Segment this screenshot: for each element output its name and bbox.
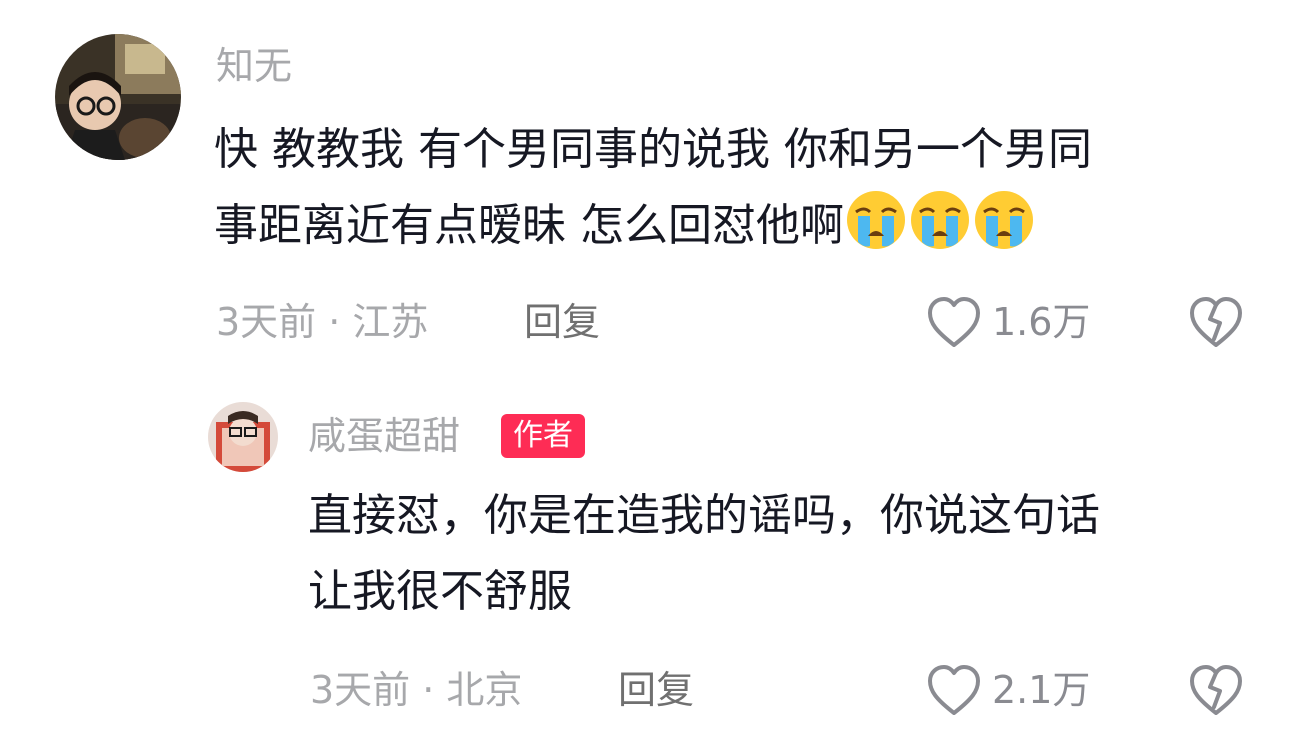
dislike-button[interactable] [1188,663,1244,717]
comment-text-line-1: 快 教教我 有个男同事的说我 你和另一个男同 [214,124,1092,175]
crying-face-icon [972,188,1036,252]
broken-heart-icon [1190,297,1242,347]
comment-username[interactable]: 知无 [216,42,292,90]
comment-text: 快 教教我 有个男同事的说我 你和另一个男同 事距离近有点暧昧 怎么回怼他啊 [214,112,1274,264]
reply-text-line-2: 让我很不舒服 [308,566,572,617]
reply-button[interactable]: 回复 [618,666,694,714]
like-button[interactable]: 1.6万 [926,295,1090,349]
like-button[interactable]: 2.1万 [926,663,1090,717]
author-badge: 作者 [501,414,585,458]
reply-item: 咸蛋超甜 作者 直接怼，你是在造我的谣吗，你说这句话 让我很不舒服 3天前 · … [0,380,1310,736]
heart-icon [928,665,980,715]
dislike-button[interactable] [1188,295,1244,349]
comment-time-location: 3天前 · 江苏 [216,300,429,344]
comment-item: 知无 快 教教我 有个男同事的说我 你和另一个男同 事距离近有点暧昧 怎么回怼他… [0,0,1310,380]
avatar[interactable] [55,34,181,160]
reply-button[interactable]: 回复 [524,298,600,346]
crying-face-icon [844,188,908,252]
reply-username[interactable]: 咸蛋超甜 [308,412,460,460]
broken-heart-icon [1190,665,1242,715]
reply-time-location: 3天前 · 北京 [310,668,523,712]
crying-face-icon [908,188,972,252]
comment-text-line-2-text: 事距离近有点暧昧 怎么回怼他啊 [214,200,844,251]
like-count: 2.1万 [992,668,1091,712]
reply-text: 直接怼，你是在造我的谣吗，你说这句话 让我很不舒服 [308,478,1268,630]
avatar[interactable] [208,402,278,472]
reply-text-line-1: 直接怼，你是在造我的谣吗，你说这句话 [308,490,1100,541]
like-count: 1.6万 [992,300,1091,344]
comment-text-line-2: 事距离近有点暧昧 怎么回怼他啊 [214,188,1274,264]
heart-icon [928,297,980,347]
